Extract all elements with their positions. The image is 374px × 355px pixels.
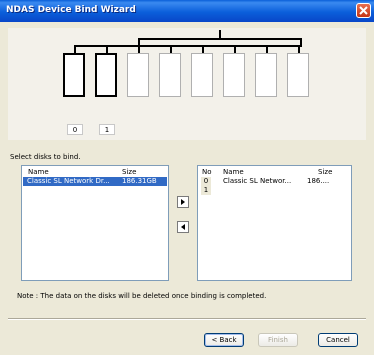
add-to-bind-button[interactable] [177,196,189,208]
drop-1 [106,45,108,53]
arrow-left-icon [181,224,185,230]
footer-divider [8,318,366,320]
disk-slot-7[interactable] [287,53,309,97]
column-header-size[interactable]: Size [318,168,332,176]
finish-button[interactable]: Finish [258,333,298,347]
column-header-name[interactable]: Name [223,168,244,176]
drop-6 [266,45,268,53]
bind-slot-number: 1 [201,186,211,195]
remove-from-bind-button[interactable] [177,221,189,233]
wizard-window: NDAS Device Bind Wizard 0 1 Select disks… [0,0,374,355]
disk-slot-1[interactable] [95,53,117,97]
column-header-no[interactable]: No [202,168,212,176]
slot-label-0: 0 [67,124,83,135]
title-bar[interactable]: NDAS Device Bind Wizard [0,0,374,22]
warning-note: Note : The data on the disks will be del… [17,292,267,300]
table-row[interactable]: 1 [199,186,350,195]
disk-slot-6[interactable] [255,53,277,97]
window-title: NDAS Device Bind Wizard [6,5,136,15]
drop-2 [138,45,140,53]
cancel-button[interactable]: Cancel [318,333,358,347]
bind-diagram: 0 1 [8,28,366,140]
bind-disk-size: 186.... [307,177,330,185]
slot-label-1: 1 [99,124,115,135]
back-button[interactable]: < Back [204,333,244,347]
disk-slot-3[interactable] [159,53,181,97]
drop-3 [170,45,172,53]
list-header: No Name Size [198,166,351,177]
disk-slot-0[interactable] [63,53,85,97]
disk-slot-5[interactable] [223,53,245,97]
select-disks-label: Select disks to bind. [10,153,81,161]
drop-4 [202,45,204,53]
table-row[interactable]: 0 Classic SL Networ... 186.... [199,177,350,186]
disk-slot-2[interactable] [127,53,149,97]
disk-slot-4[interactable] [191,53,213,97]
close-button[interactable] [356,3,371,18]
list-item[interactable]: Classic SL Network Dr... 186.31GB [23,177,167,186]
column-header-size[interactable]: Size [122,168,136,176]
disk-size: 186.31GB [122,177,157,185]
bus-vertical [219,30,221,40]
drop-7 [298,45,300,53]
arrow-right-icon [181,199,185,205]
close-icon [359,6,368,15]
bind-slot-number: 0 [201,177,211,186]
drop-0 [74,45,76,53]
drop-5 [234,45,236,53]
column-header-name[interactable]: Name [28,168,49,176]
available-disks-list[interactable]: Name Size Classic SL Network Dr... 186.3… [21,165,169,281]
bind-disks-list[interactable]: No Name Size 0 Classic SL Networ... 186.… [197,165,352,281]
bind-disk-name: Classic SL Networ... [223,177,292,185]
list-header: Name Size [22,166,168,177]
disk-name: Classic SL Network Dr... [27,177,110,185]
bus-link-right [300,38,302,47]
